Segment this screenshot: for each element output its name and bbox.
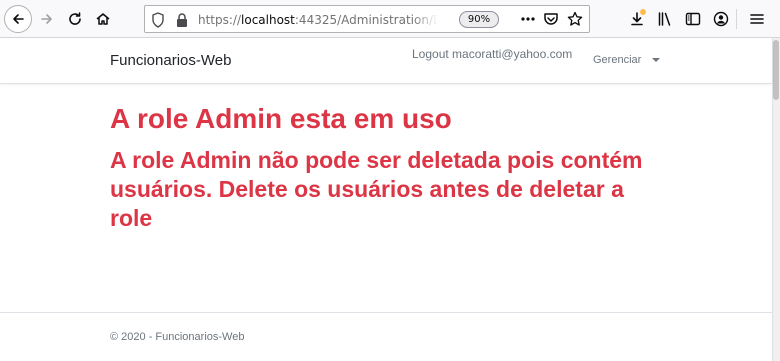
url-host: localhost: [241, 13, 295, 27]
pocket-icon[interactable]: [543, 11, 559, 27]
logout-link[interactable]: Logout macoratti@yahoo.com: [412, 47, 572, 61]
dropdown-caret-icon: [652, 58, 660, 62]
zoom-indicator[interactable]: 90%: [459, 11, 499, 28]
forward-arrow-icon: [41, 14, 52, 24]
sidebar-button[interactable]: [680, 6, 706, 32]
library-button[interactable]: [652, 6, 678, 32]
more-actions-icon[interactable]: [519, 11, 537, 27]
url-text[interactable]: https://localhost:44325/Administration/D…: [198, 12, 438, 28]
home-button[interactable]: [90, 6, 116, 32]
back-arrow-icon: [13, 14, 24, 24]
lock-icon[interactable]: [175, 12, 189, 28]
tracking-shield-icon[interactable]: [151, 12, 165, 28]
bookmark-star-icon[interactable]: [567, 11, 583, 27]
home-icon: [96, 13, 110, 25]
url-scheme: https://: [198, 13, 242, 27]
brand-link[interactable]: Funcionarios-Web: [110, 52, 231, 69]
forward-button[interactable]: [34, 6, 60, 32]
download-badge: [640, 9, 646, 15]
downloads-button[interactable]: [624, 6, 650, 32]
url-bar[interactable]: https://localhost:44325/Administration/D…: [144, 5, 590, 33]
scrollbar-thumb[interactable]: [773, 40, 779, 100]
site-navbar: Funcionarios-Web Logout macoratti@yahoo.…: [0, 38, 772, 84]
site-footer: © 2020 - Funcionarios-Web: [0, 312, 772, 361]
url-fade: [412, 12, 438, 28]
back-button[interactable]: [4, 5, 32, 33]
browser-toolbar: https://localhost:44325/Administration/D…: [0, 0, 780, 38]
menu-button[interactable]: [744, 6, 770, 32]
reload-button[interactable]: [62, 6, 88, 32]
sidebar-icon: [685, 12, 701, 26]
account-button[interactable]: [708, 6, 734, 32]
footer-copyright: © 2020 - Funcionarios-Web: [110, 331, 245, 343]
manage-dropdown[interactable]: Gerenciar: [593, 54, 641, 66]
reload-icon: [69, 12, 81, 25]
toolbar-separator: [736, 9, 737, 29]
account-icon: [713, 11, 729, 27]
hamburger-menu-icon: [750, 14, 764, 24]
library-icon: [658, 12, 671, 26]
page-title: A role Admin esta em uso: [110, 103, 452, 134]
error-message: A role Admin não pode ser deletada pois …: [110, 147, 643, 231]
